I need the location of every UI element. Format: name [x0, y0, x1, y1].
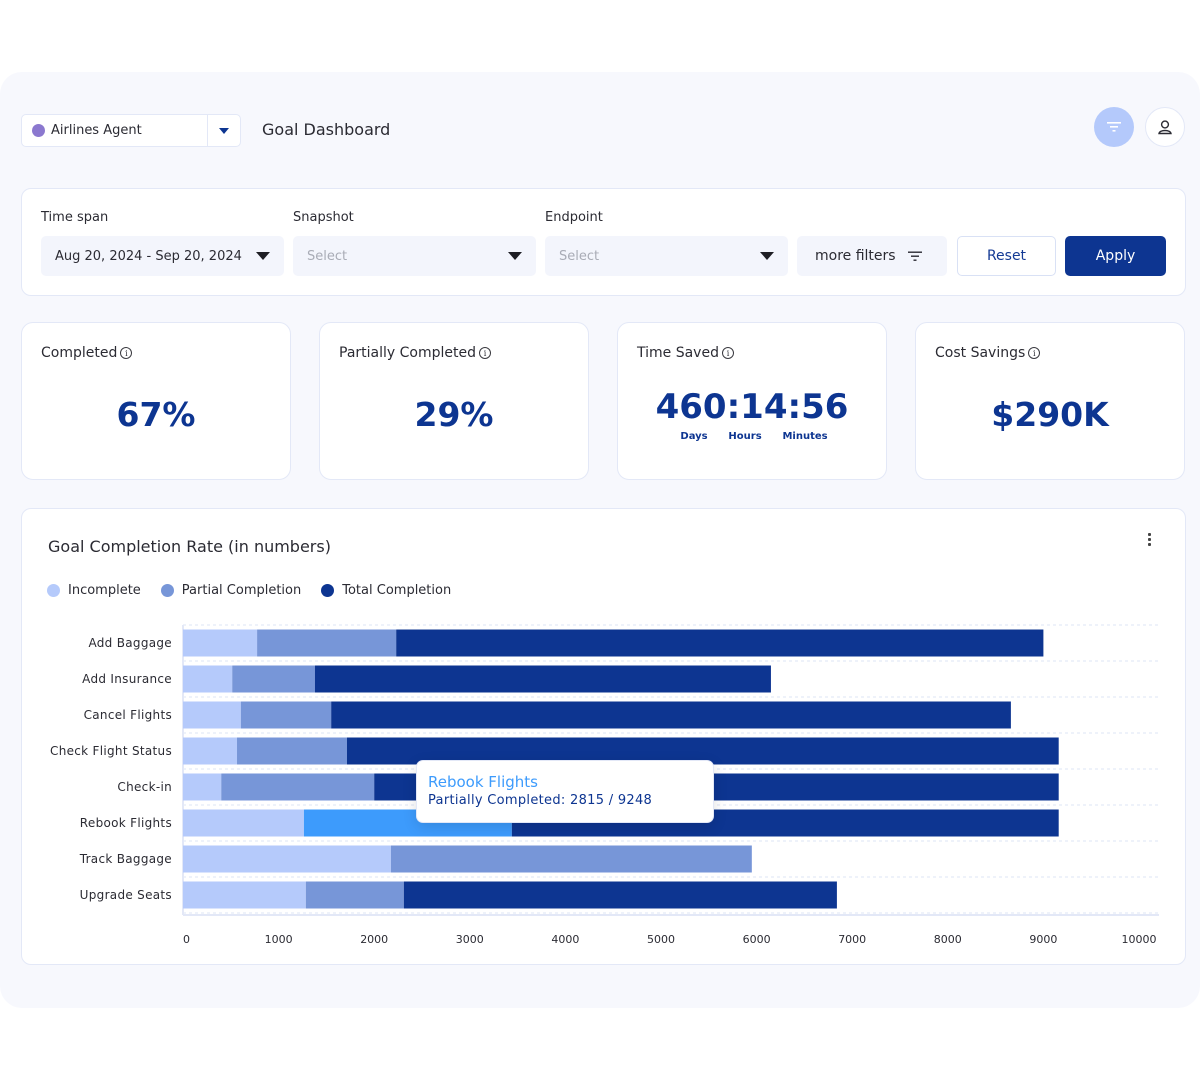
- card-value: 29%: [414, 395, 494, 434]
- y-tick-label: Add Baggage: [88, 636, 172, 650]
- bar-segment-total-completion: [403, 881, 837, 909]
- snapshot-select[interactable]: Select: [293, 236, 536, 276]
- info-icon[interactable]: i: [721, 347, 734, 359]
- more-filters-button[interactable]: more filters: [797, 236, 947, 276]
- bar-segment-partial-completion: [257, 629, 397, 657]
- time-units: Days Hours Minutes: [668, 431, 838, 442]
- chevron-down-icon: [508, 252, 522, 260]
- endpoint-label: Endpoint: [545, 210, 603, 225]
- card-value: 67%: [116, 395, 196, 434]
- chart-tooltip: Rebook Flights Partially Completed: 2815…: [416, 760, 714, 823]
- bar-segment-partial-completion: [221, 773, 375, 801]
- info-icon[interactable]: i: [1028, 347, 1041, 359]
- bar-segment-partial-completion: [390, 845, 752, 873]
- chevron-down-icon: [219, 127, 229, 134]
- filter-icon: [907, 251, 922, 261]
- y-tick-label: Upgrade Seats: [80, 888, 172, 902]
- agent-name: Airlines Agent: [51, 123, 142, 138]
- card-title: Partially Completed: [339, 345, 476, 361]
- agent-status-dot: [32, 124, 45, 137]
- y-tick-label: Check-in: [117, 780, 172, 794]
- y-tick-label: Track Baggage: [79, 852, 172, 866]
- unit-minutes: Minutes: [782, 431, 828, 442]
- card-title: Completed: [41, 345, 118, 361]
- info-icon[interactable]: i: [478, 347, 491, 359]
- x-tick-label: 4000: [551, 933, 579, 946]
- bar-segment-incomplete: [183, 737, 238, 765]
- kpi-card-time-saved: Time Saved i 460:14:56 Days Hours Minutes: [617, 322, 887, 480]
- x-tick-label: 5000: [647, 933, 675, 946]
- card-value: 460:14:56: [655, 387, 849, 427]
- x-tick-label: 2000: [360, 933, 388, 946]
- user-icon: [1158, 120, 1172, 135]
- bar-segment-partial-completion: [305, 881, 404, 909]
- filter-toggle-button[interactable]: [1094, 107, 1134, 147]
- kpi-card-partially-completed: Partially Completed i 29%: [319, 322, 589, 480]
- page-title: Goal Dashboard: [262, 120, 391, 139]
- card-value: $290K: [991, 395, 1109, 434]
- bar-segment-incomplete: [183, 665, 233, 693]
- bar-segment-total-completion: [331, 701, 1011, 729]
- agent-select[interactable]: Airlines Agent: [21, 114, 241, 147]
- bar-segment-incomplete: [183, 845, 391, 873]
- snapshot-label: Snapshot: [293, 210, 354, 225]
- time-span-label: Time span: [41, 210, 109, 225]
- agent-dropdown-toggle[interactable]: [207, 115, 240, 146]
- x-tick-label: 0: [183, 933, 190, 946]
- apply-button[interactable]: Apply: [1065, 236, 1166, 276]
- user-profile-button[interactable]: [1145, 107, 1185, 147]
- bar-segment-partial-completion: [237, 737, 347, 765]
- x-tick-label: 7000: [838, 933, 866, 946]
- bar-segment-total-completion: [396, 629, 1044, 657]
- snapshot-placeholder: Select: [307, 248, 348, 264]
- time-span-value: Aug 20, 2024 - Sep 20, 2024: [55, 248, 242, 264]
- card-title: Time Saved: [637, 345, 719, 361]
- y-tick-label: Check Flight Status: [50, 744, 172, 758]
- x-tick-label: 6000: [743, 933, 771, 946]
- info-icon[interactable]: i: [120, 347, 133, 359]
- bar-segment-incomplete: [183, 773, 222, 801]
- x-tick-label: 9000: [1029, 933, 1057, 946]
- filters-panel: Time span Aug 20, 2024 - Sep 20, 2024 Sn…: [21, 188, 1186, 296]
- bar-segment-incomplete: [183, 629, 258, 657]
- bar-chart: Add Baggage Add Insurance Cancel Flights Ch…: [50, 624, 1159, 946]
- goal-completion-chart-card: Goal Completion Rate (in numbers) Incomp…: [21, 508, 1186, 965]
- endpoint-select[interactable]: Select: [545, 236, 788, 276]
- time-span-select[interactable]: Aug 20, 2024 - Sep 20, 2024: [41, 236, 284, 276]
- unit-days: Days: [680, 431, 708, 442]
- bar-segment-partial-completion: [240, 701, 332, 729]
- x-tick-label: 10000: [1122, 933, 1157, 946]
- chevron-down-icon: [256, 252, 270, 260]
- y-tick-label: Add Insurance: [82, 672, 172, 686]
- kpi-card-completed: Completed i 67%: [21, 322, 291, 480]
- filter-icon: [1107, 122, 1121, 132]
- tooltip-title: Rebook Flights: [428, 773, 538, 791]
- bar-segment-incomplete: [183, 809, 304, 837]
- x-tick-label: 1000: [265, 933, 293, 946]
- y-tick-label: Cancel Flights: [84, 708, 172, 722]
- x-tick-label: 3000: [456, 933, 484, 946]
- more-filters-label: more filters: [815, 248, 896, 264]
- x-tick-label: 8000: [934, 933, 962, 946]
- chevron-down-icon: [760, 252, 774, 260]
- endpoint-placeholder: Select: [559, 248, 600, 264]
- card-title: Cost Savings: [935, 345, 1026, 361]
- bar-segment-total-completion: [314, 665, 771, 693]
- unit-hours: Hours: [728, 431, 762, 442]
- kpi-card-cost-savings: Cost Savings i $290K: [915, 322, 1185, 480]
- bar-segment-incomplete: [183, 701, 241, 729]
- y-tick-label: Rebook Flights: [80, 816, 172, 830]
- bar-segment-incomplete: [183, 881, 306, 909]
- bar-segment-partial-completion: [232, 665, 315, 693]
- reset-button[interactable]: Reset: [957, 236, 1056, 276]
- tooltip-body: Partially Completed: 2815 / 9248: [428, 793, 653, 808]
